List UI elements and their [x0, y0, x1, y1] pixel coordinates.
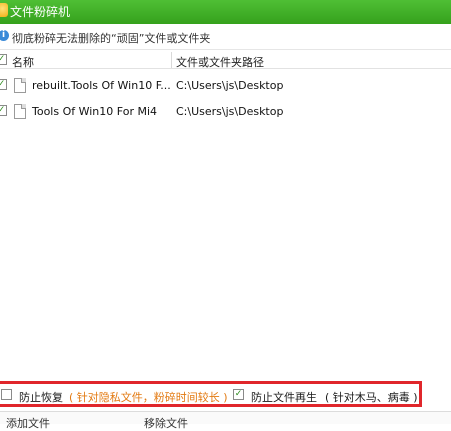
row-file-path: C:\Users\js\Desktop — [176, 105, 284, 118]
info-icon: i — [0, 30, 9, 41]
prevent-recovery-label[interactable]: 防止恢复 — [19, 389, 63, 405]
info-text: 彻底粉碎无法删除的“顽固”文件或文件夹 — [12, 32, 211, 45]
remove-file-button[interactable]: 移除文件 — [144, 415, 188, 431]
row-checkbox[interactable]: ✓ — [0, 79, 7, 90]
prevent-recovery-hint: ( 针对隐私文件，粉碎时间较长 ) — [69, 391, 228, 404]
table-row[interactable]: ✓ rebuilt.Tools Of Win10 F... C:\Users\j… — [0, 72, 451, 98]
prevent-regen-label[interactable]: 防止文件再生 — [251, 389, 317, 405]
prevent-regen-hint: ( 针对木马、病毒 ) — [325, 391, 418, 404]
row-checkbox[interactable]: ✓ — [0, 105, 7, 116]
row-file-name: rebuilt.Tools Of Win10 F... — [32, 79, 171, 92]
table-header: ✓ 名称 文件或文件夹路径 — [0, 51, 451, 69]
prevent-regen-checkbox[interactable]: ✓ — [233, 389, 244, 400]
title-bar: 文件粉碎机 — [0, 0, 451, 24]
shred-options-highlight: 防止恢复 ( 针对隐私文件，粉碎时间较长 ) ✓ 防止文件再生 ( 针对木马、病… — [0, 381, 422, 407]
add-file-button[interactable]: 添加文件 — [6, 415, 50, 431]
select-all-checkbox[interactable]: ✓ — [0, 54, 7, 65]
prevent-recovery-checkbox[interactable] — [1, 389, 12, 400]
row-file-name: Tools Of Win10 For Mi4 — [32, 105, 158, 118]
file-icon — [14, 78, 26, 93]
bottom-toolbar: 添加文件 移除文件 — [0, 411, 451, 430]
info-bar: i 彻底粉碎无法删除的“顽固”文件或文件夹 — [0, 24, 451, 50]
column-header-name[interactable]: 名称 — [12, 54, 34, 70]
column-header-path[interactable]: 文件或文件夹路径 — [176, 54, 264, 70]
row-file-path: C:\Users\js\Desktop — [176, 79, 284, 92]
app-icon — [0, 3, 8, 17]
column-divider[interactable] — [171, 52, 172, 68]
file-icon — [14, 104, 26, 119]
table-row[interactable]: ✓ Tools Of Win10 For Mi4 C:\Users\js\Des… — [0, 98, 451, 124]
window-title: 文件粉碎机 — [10, 5, 71, 19]
